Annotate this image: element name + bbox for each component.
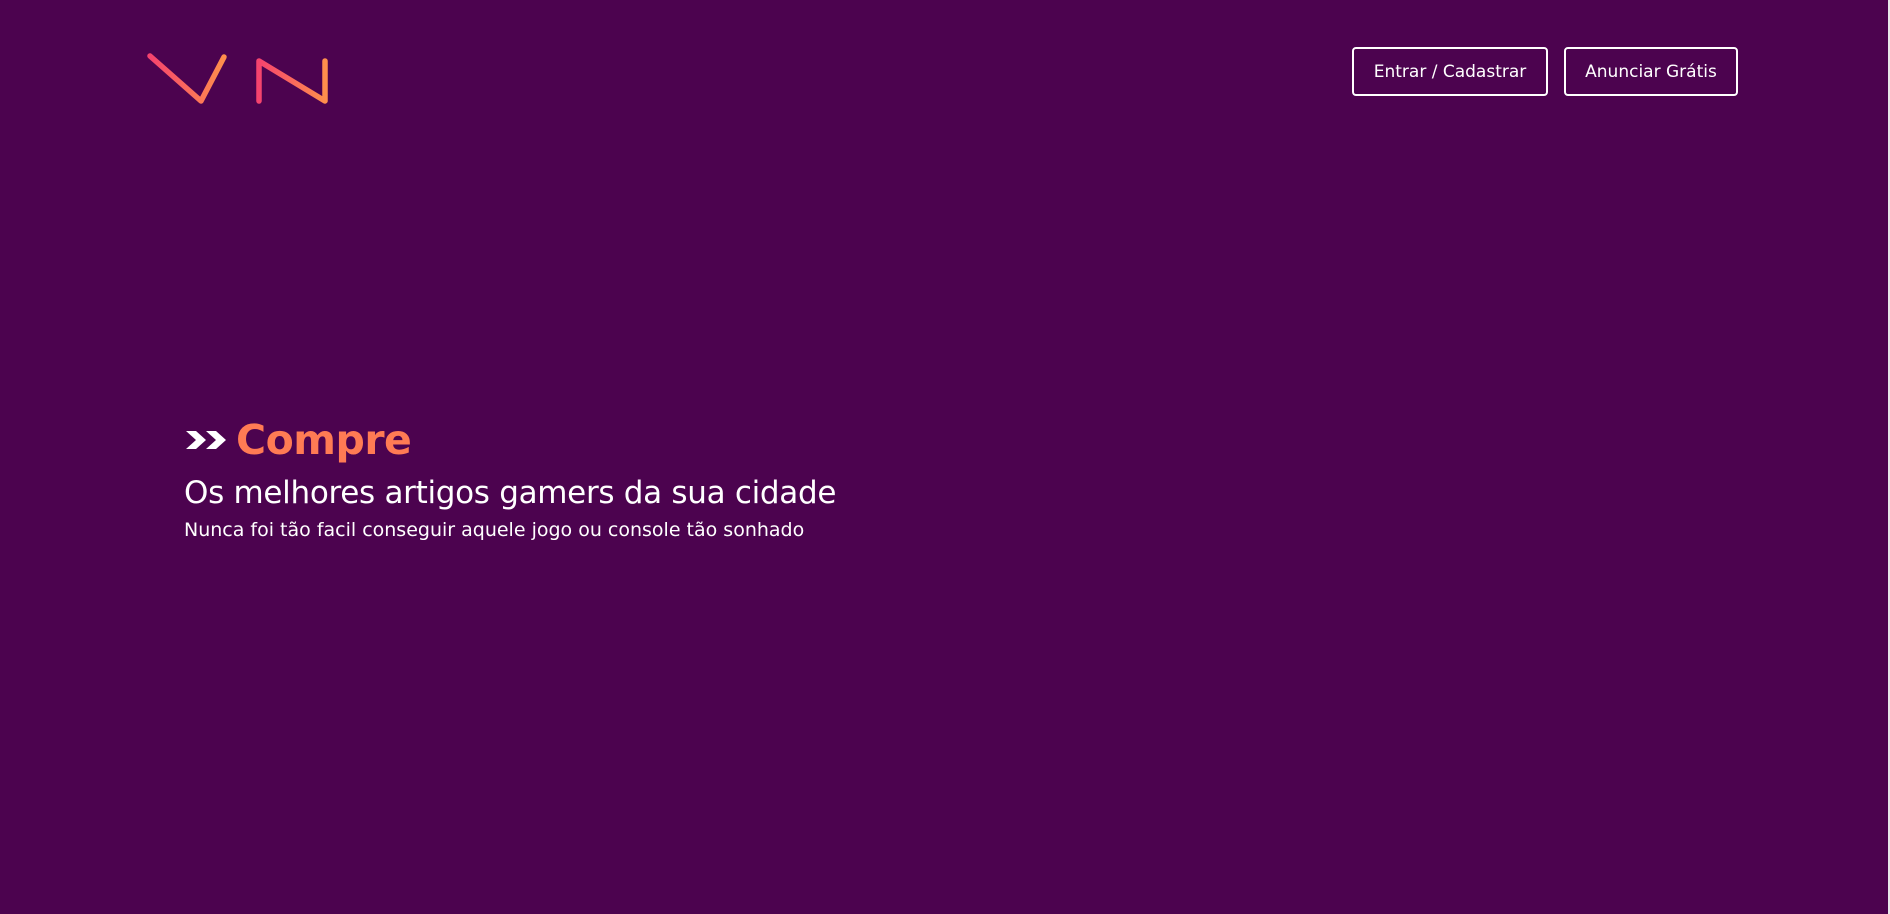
announce-free-button[interactable]: Anunciar Grátis xyxy=(1564,47,1738,96)
hero-section: Compre Os melhores artigos gamers da sua… xyxy=(184,412,1184,544)
hero-kicker-text: Compre xyxy=(236,416,412,464)
brand-logo[interactable] xyxy=(146,52,370,108)
hero-subtitle: Nunca foi tão facil conseguir aquele jog… xyxy=(184,519,805,541)
hero-title: Os melhores artigos gamers da sua cidade xyxy=(184,475,837,511)
logo-icon xyxy=(147,53,367,104)
login-register-button[interactable]: Entrar / Cadastrar xyxy=(1352,47,1548,96)
hero-kicker: Compre xyxy=(184,412,1184,468)
double-chevron-right-icon xyxy=(184,429,228,451)
page-viewport: Entrar / Cadastrar Anunciar Grátis Compr… xyxy=(0,0,1888,914)
